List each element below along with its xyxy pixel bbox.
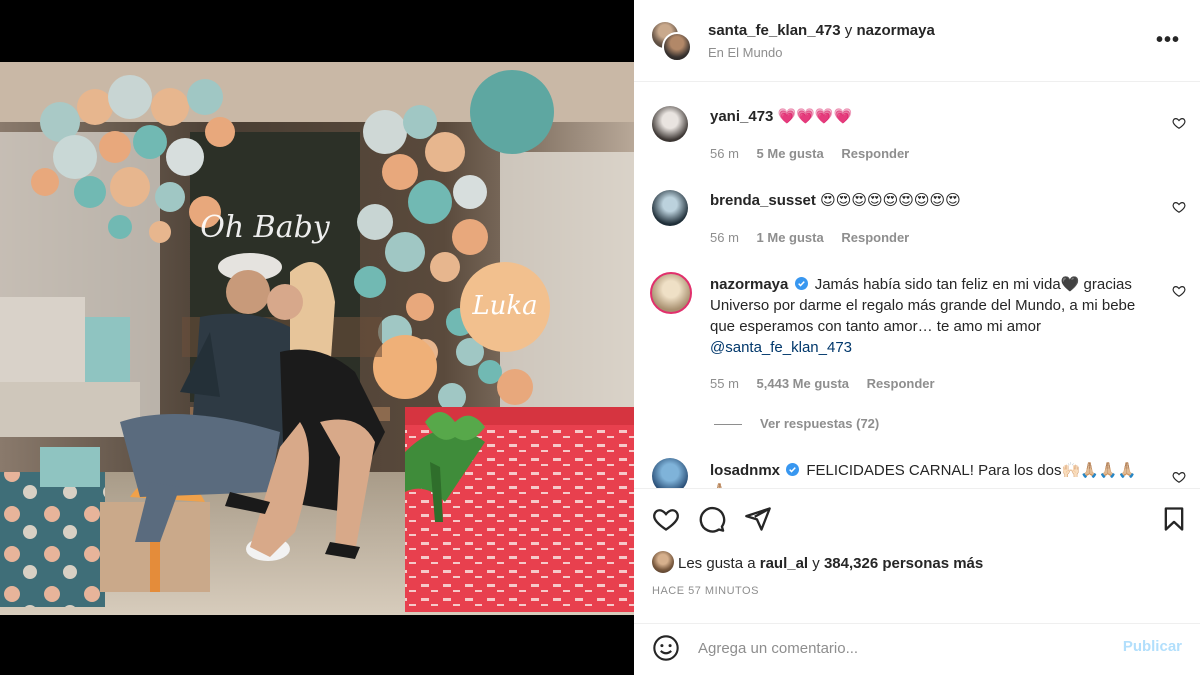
like-heart-icon[interactable] <box>1172 470 1186 484</box>
post-actions: Les gusta a raul_al y 384,326 personas m… <box>634 488 1200 623</box>
liker-username[interactable]: raul_al <box>760 555 808 572</box>
luka-balloon-text: Luka <box>471 291 537 321</box>
comment-likes[interactable]: 5 Me gusta <box>757 146 824 161</box>
liker-avatar[interactable] <box>652 551 674 573</box>
likes-joiner: y <box>812 555 820 572</box>
comment-avatar[interactable] <box>650 272 692 314</box>
like-heart-icon[interactable] <box>1172 284 1186 298</box>
share-icon[interactable] <box>744 505 772 533</box>
coauthor-username[interactable]: nazormaya <box>856 22 934 39</box>
emoji-icon[interactable] <box>652 634 680 662</box>
comment-likes[interactable]: 1 Me gusta <box>757 230 824 245</box>
comment-meta: 55 m 5,443 Me gusta Responder <box>710 376 949 391</box>
publish-button[interactable]: Publicar <box>1123 638 1182 655</box>
comment-mention[interactable]: @santa_fe_klan_473 <box>710 339 852 356</box>
comment-time: 56 m <box>710 146 739 161</box>
post-header: santa_fe_klan_473 y nazormaya En El Mund… <box>634 0 1200 82</box>
save-bookmark-icon[interactable] <box>1160 505 1188 533</box>
comments-list[interactable]: yani_473 💗💗💗💗 56 m 5 Me gusta Responder … <box>634 82 1200 488</box>
reply-button[interactable]: Responder <box>841 230 909 245</box>
view-replies-label: Ver respuestas (72) <box>760 416 880 431</box>
comment-likes[interactable]: 5,443 Me gusta <box>757 376 850 391</box>
reply-button[interactable]: Responder <box>841 146 909 161</box>
like-heart-icon[interactable] <box>1172 200 1186 214</box>
comment-username[interactable]: losadnmx <box>710 462 780 479</box>
coauthor-avatar[interactable] <box>662 32 692 62</box>
comment-time: 56 m <box>710 230 739 245</box>
likes-summary[interactable]: Les gusta a raul_al y 384,326 personas m… <box>652 551 983 573</box>
verified-badge-icon <box>786 463 800 476</box>
author-username[interactable]: santa_fe_klan_473 <box>708 22 841 39</box>
post-location[interactable]: En El Mundo <box>708 45 782 60</box>
likes-count[interactable]: 384,326 personas más <box>824 555 983 572</box>
comment-avatar[interactable] <box>652 458 688 488</box>
post-authors: santa_fe_klan_473 y nazormaya <box>708 22 935 39</box>
comment-text: 😍😍😍😍😍😍😍😍😍 <box>820 192 961 209</box>
photo-panel: Luka Oh Baby <box>0 0 634 675</box>
comment-icon[interactable] <box>698 505 726 533</box>
like-icon[interactable] <box>652 505 680 533</box>
post-side-panel: santa_fe_klan_473 y nazormaya En El Mund… <box>634 0 1200 675</box>
avatar-stack[interactable] <box>650 20 694 64</box>
comment-composer: Publicar <box>634 623 1200 675</box>
post-photo[interactable]: Luka Oh Baby <box>0 62 634 615</box>
comment-username[interactable]: brenda_susset <box>710 192 816 209</box>
replies-divider <box>714 424 742 426</box>
verified-badge-icon <box>794 277 808 290</box>
comment-username[interactable]: yani_473 <box>710 108 773 125</box>
comment-username[interactable]: nazormaya <box>710 276 788 293</box>
comment-meta: 56 m 5 Me gusta Responder <box>710 146 923 161</box>
post-timestamp[interactable]: HACE 57 MINUTOS <box>652 585 759 597</box>
neon-sign-text: Oh Baby <box>200 210 331 245</box>
reply-button[interactable]: Responder <box>867 376 935 391</box>
authors-joiner: y <box>844 22 853 39</box>
comment-avatar[interactable] <box>652 190 688 226</box>
comment-meta: 56 m 1 Me gusta Responder <box>710 230 923 245</box>
comment-input[interactable] <box>698 636 1098 660</box>
comment-text: 💗💗💗💗 <box>777 108 853 125</box>
like-heart-icon[interactable] <box>1172 116 1186 130</box>
comment-avatar[interactable] <box>652 106 688 142</box>
comment-time: 55 m <box>710 376 739 391</box>
view-replies-button[interactable]: Ver respuestas (72) <box>714 416 879 431</box>
likes-prefix: Les gusta a <box>678 555 756 572</box>
baby-shower-photo: Luka Oh Baby <box>0 62 634 615</box>
more-options-icon[interactable]: ••• <box>1156 30 1180 50</box>
